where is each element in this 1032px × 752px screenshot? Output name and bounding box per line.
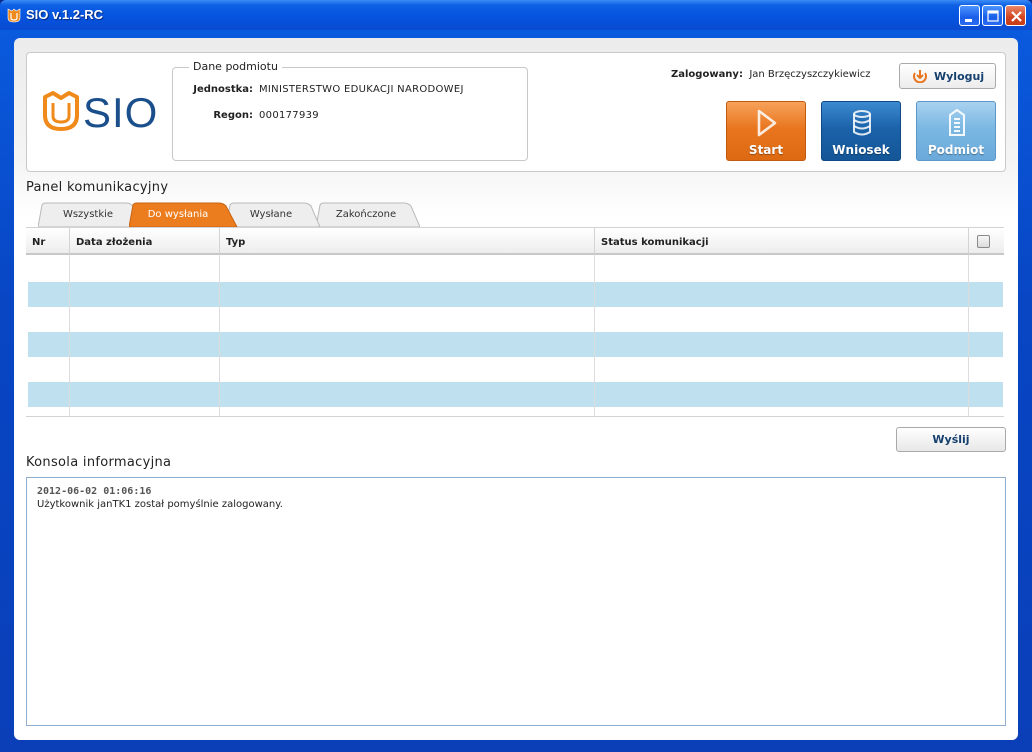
logo-text: SIO (83, 89, 159, 136)
maximize-icon (987, 10, 999, 22)
sio-logo-icon (43, 91, 79, 131)
table-row[interactable] (28, 332, 1003, 357)
building-icon (949, 108, 965, 136)
panel-title: Panel komunikacyjny (26, 180, 169, 195)
table-row[interactable] (28, 257, 1003, 282)
minimize-button[interactable] (959, 5, 980, 26)
logout-label: Wyloguj (934, 70, 985, 83)
col-status[interactable]: Status komunikacji (595, 228, 969, 255)
logout-icon (913, 70, 927, 83)
console-timestamp: 2012-06-02 01:06:16 (37, 486, 152, 497)
tab-label: Wysłane (249, 209, 293, 220)
header-panel: SIO Dane podmiotu Jednostka: MINISTERSTW… (26, 52, 1006, 172)
column-divider (219, 255, 220, 416)
close-icon (1011, 11, 1022, 22)
console-message: Użytkownik janTK1 został pomyślnie zalog… (37, 499, 283, 510)
send-button[interactable]: Wyślij (896, 427, 1006, 452)
podmiot-button[interactable]: Podmiot (916, 101, 996, 161)
table-row[interactable] (28, 307, 1003, 332)
tab-wyslane[interactable]: Wysłane (226, 202, 320, 227)
minimize-icon (965, 19, 972, 22)
regon-row: Regon: 000177939 (173, 110, 523, 124)
info-console[interactable]: 2012-06-02 01:06:16 Użytkownik janTK1 zo… (26, 477, 1006, 726)
client-area: SIO Dane podmiotu Jednostka: MINISTERSTW… (14, 38, 1018, 740)
logged-label: Zalogowany: (671, 69, 743, 80)
wniosek-label: Wniosek (832, 143, 890, 157)
console-title: Konsola informacyjna (26, 455, 172, 470)
close-button[interactable] (1005, 5, 1026, 26)
tab-label: Do wysłania (147, 209, 209, 220)
app-window: SIO v.1.2-RC SIO Dane podmiotu Jednostka… (0, 0, 1032, 752)
table-row[interactable] (28, 382, 1003, 407)
select-all-checkbox[interactable] (977, 235, 990, 248)
title-bar[interactable]: SIO v.1.2-RC (0, 0, 1032, 30)
col-nr[interactable]: Nr (26, 228, 70, 255)
app-icon (7, 8, 21, 23)
entity-details: Dane podmiotu Jednostka: MINISTERSTWO ED… (172, 60, 528, 161)
table-header: Nr Data złożenia Typ Status komunikacji (26, 228, 1004, 255)
column-divider (594, 255, 595, 416)
column-divider (968, 255, 969, 416)
play-icon (757, 109, 777, 137)
table-row[interactable] (28, 357, 1003, 382)
regon-label: Regon: (213, 110, 253, 121)
tab-do-wyslania[interactable]: Do wysłania (129, 202, 238, 227)
col-date[interactable]: Data złożenia (70, 228, 220, 255)
logout-button[interactable]: Wyloguj (899, 63, 996, 89)
table-row[interactable] (28, 282, 1003, 307)
logged-user: Zalogowany: Jan Brzęczyszczykiewicz (671, 69, 871, 80)
unit-value: MINISTERSTWO EDUKACJI NARODOWEJ (259, 84, 464, 95)
messages-table: Nr Data złożenia Typ Status komunikacji (26, 227, 1004, 417)
user-name: Jan Brzęczyszczykiewicz (749, 69, 871, 80)
start-label: Start (748, 143, 784, 157)
start-button[interactable]: Start (726, 101, 806, 161)
podmiot-label: Podmiot (927, 143, 985, 157)
wniosek-button[interactable]: Wniosek (821, 101, 901, 161)
col-type[interactable]: Typ (220, 228, 595, 255)
unit-row: Jednostka: MINISTERSTWO EDUKACJI NARODOW… (173, 84, 523, 98)
database-icon (853, 110, 871, 136)
tab-wszystkie[interactable]: Wszystkie (38, 202, 142, 227)
maximize-button[interactable] (982, 5, 1003, 26)
regon-value: 000177939 (259, 110, 319, 121)
entity-legend: Dane podmiotu (189, 60, 282, 73)
tab-label: Wszystkie (62, 209, 114, 220)
unit-label: Jednostka: (193, 84, 253, 95)
tab-zakonczone[interactable]: Zakończone (316, 202, 420, 227)
window-title: SIO v.1.2-RC (26, 7, 104, 22)
tab-label: Zakończone (335, 209, 397, 220)
panel-tabs: Wszystkie Zakończone Wysłane Do wysłania (26, 202, 1006, 228)
column-divider (69, 255, 70, 416)
